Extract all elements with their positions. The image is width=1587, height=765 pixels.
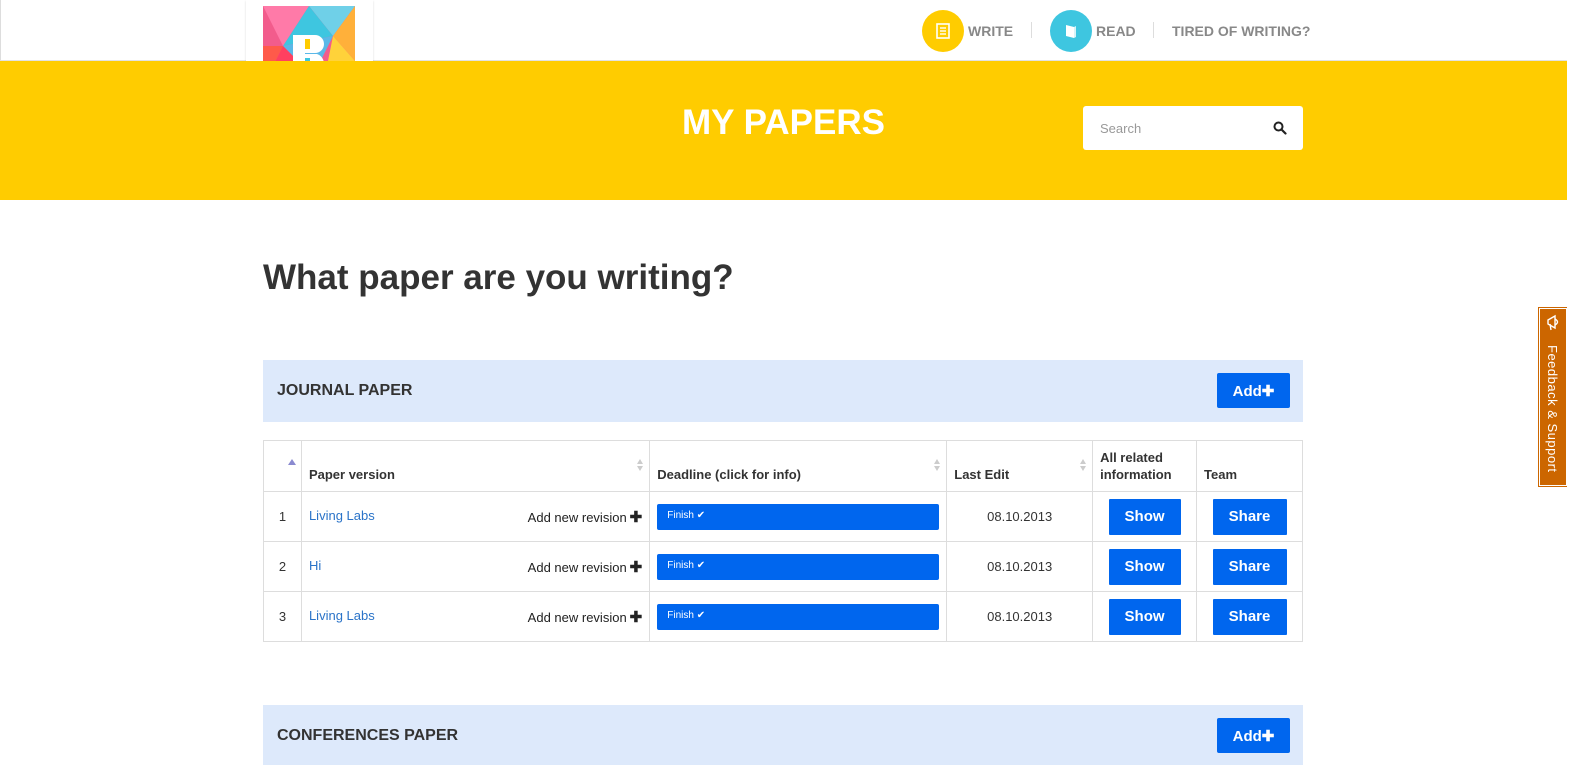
section-label: CONFERENCES PAPER xyxy=(277,727,459,744)
conferences-paper-section: CONFERENCES PAPER Add✚ xyxy=(263,705,1303,765)
journal-paper-section: JOURNAL PAPER Add✚ xyxy=(263,360,1303,422)
nav-tired-label: TIRED OF WRITING? xyxy=(1172,23,1311,39)
add-revision-label: Add new revision xyxy=(527,609,627,625)
page-title: MY PAPERS xyxy=(682,103,885,142)
paper-title-link[interactable]: Living Labs xyxy=(309,608,375,623)
add-revision-label: Add new revision xyxy=(527,509,627,525)
deadline-progress-bar[interactable]: Finish ✔ xyxy=(657,603,940,630)
column-header-team: Team xyxy=(1196,440,1303,492)
sort-icon xyxy=(637,459,644,473)
add-new-revision-button[interactable]: Add new revision ✚ xyxy=(528,608,643,626)
book-icon xyxy=(1050,10,1092,52)
deadline-cell: Finish ✔ xyxy=(649,591,948,642)
header-label: Last Edit xyxy=(954,467,1010,482)
search-box xyxy=(1083,106,1303,150)
last-edit-date: 08.10.2013 xyxy=(946,591,1094,642)
nav-read[interactable]: READ xyxy=(1050,10,1136,52)
paper-version-cell: Hi Add new revision ✚ xyxy=(300,541,651,592)
team-cell: Share xyxy=(1196,541,1303,592)
column-header-paper-version[interactable]: Paper version xyxy=(300,440,651,492)
top-navbar xyxy=(0,0,1567,61)
header-label: Deadline (click for info) xyxy=(657,467,801,482)
table-header-row: Paper version Deadline (click for info) … xyxy=(263,440,1303,492)
megaphone-icon xyxy=(1547,314,1559,331)
paper-version-cell: Living Labs Add new revision ✚ xyxy=(300,591,651,642)
sort-icon xyxy=(934,459,941,473)
plus-icon: ✚ xyxy=(629,558,643,576)
sort-ascending-icon xyxy=(288,459,296,465)
all-related-cell: Show xyxy=(1092,491,1198,542)
page-edge xyxy=(1567,0,1587,765)
search-icon[interactable] xyxy=(1273,121,1287,135)
search-input[interactable] xyxy=(1083,106,1263,150)
table-row: 3 Living Labs Add new revision ✚ Finish ✔… xyxy=(263,591,1303,642)
nav-write[interactable]: WRITE xyxy=(922,10,1013,52)
sort-icon xyxy=(1080,459,1087,473)
paper-title-link[interactable]: Hi xyxy=(309,558,321,573)
column-header-all-related: All related information xyxy=(1092,440,1198,492)
nav-tired-of-writing[interactable]: TIRED OF WRITING? xyxy=(1172,10,1310,52)
show-button[interactable]: Show xyxy=(1108,498,1181,535)
section-label: JOURNAL PAPER xyxy=(277,382,413,399)
plus-icon: ✚ xyxy=(629,608,643,626)
row-number: 3 xyxy=(263,591,302,642)
deadline-progress-bar[interactable]: Finish ✔ xyxy=(657,553,940,580)
deadline-cell: Finish ✔ xyxy=(649,541,948,592)
share-button[interactable]: Share xyxy=(1212,598,1287,635)
last-edit-date: 08.10.2013 xyxy=(946,541,1094,592)
feedback-label: Feedback & Support xyxy=(1545,345,1560,473)
paper-title-link[interactable]: Living Labs xyxy=(309,508,375,523)
all-related-cell: Show xyxy=(1092,541,1198,592)
paper-version-cell: Living Labs Add new revision ✚ xyxy=(300,491,651,542)
show-button[interactable]: Show xyxy=(1108,598,1181,635)
document-icon xyxy=(922,10,964,52)
header-label: Paper version xyxy=(308,467,395,482)
add-new-revision-button[interactable]: Add new revision ✚ xyxy=(528,508,643,526)
nav-divider xyxy=(1153,22,1154,38)
add-revision-label: Add new revision xyxy=(527,559,627,575)
header-label: Team xyxy=(1204,467,1238,482)
add-journal-paper-button[interactable]: Add✚ xyxy=(1217,373,1290,408)
column-header-number[interactable] xyxy=(263,440,302,492)
all-related-cell: Show xyxy=(1092,591,1198,642)
nav-write-label: WRITE xyxy=(968,23,1014,39)
row-number: 2 xyxy=(263,541,302,592)
show-button[interactable]: Show xyxy=(1108,548,1181,585)
share-button[interactable]: Share xyxy=(1212,548,1287,585)
deadline-progress-bar[interactable]: Finish ✔ xyxy=(657,503,940,530)
add-conference-paper-button[interactable]: Add✚ xyxy=(1217,718,1290,753)
team-cell: Share xyxy=(1196,591,1303,642)
column-header-deadline[interactable]: Deadline (click for info) xyxy=(649,440,948,492)
add-new-revision-button[interactable]: Add new revision ✚ xyxy=(528,558,643,576)
plus-icon: ✚ xyxy=(629,508,643,526)
row-number: 1 xyxy=(263,491,302,542)
feedback-support-tab[interactable]: Feedback & Support xyxy=(1538,307,1568,487)
deadline-cell: Finish ✔ xyxy=(649,491,948,542)
table-row: 1 Living Labs Add new revision ✚ Finish ✔… xyxy=(263,491,1303,542)
section-heading: What paper are you writing? xyxy=(263,258,734,297)
nav-divider xyxy=(1031,22,1032,38)
column-header-last-edit[interactable]: Last Edit xyxy=(946,440,1094,492)
team-cell: Share xyxy=(1196,491,1303,542)
journal-papers-table: Paper version Deadline (click for info) … xyxy=(263,440,1303,642)
header-label: All related information xyxy=(1100,450,1172,482)
last-edit-date: 08.10.2013 xyxy=(946,491,1094,542)
nav-read-label: READ xyxy=(1096,23,1136,39)
share-button[interactable]: Share xyxy=(1212,498,1287,535)
table-row: 2 Hi Add new revision ✚ Finish ✔ 08.10.20… xyxy=(263,541,1303,592)
